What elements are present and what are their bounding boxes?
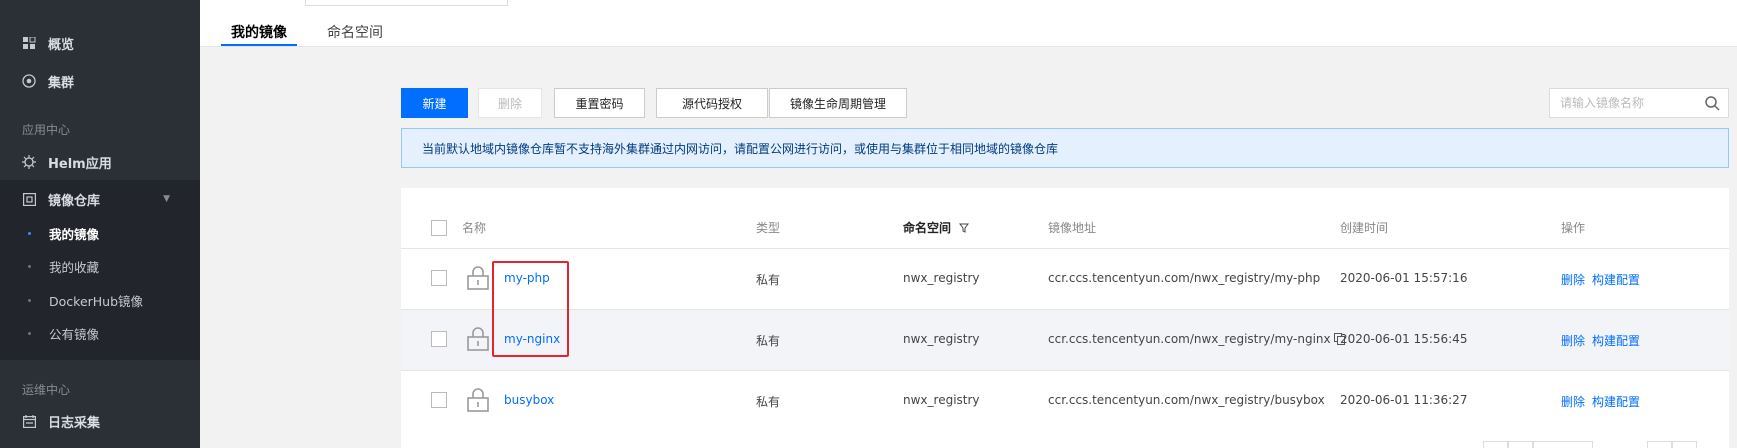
sidebar-item-label: 日志采集 (48, 415, 101, 431)
source-auth-button[interactable]: 源代码授权 (656, 88, 768, 118)
registry-icon (22, 192, 36, 206)
search-box (1549, 88, 1729, 118)
bullet-icon (28, 231, 31, 235)
lock-icon (467, 327, 489, 354)
sidebar-item-label: 集群 (48, 75, 75, 91)
tab-namespace[interactable]: 命名空间 (327, 22, 383, 42)
image-type: 私有 (756, 273, 781, 287)
sidebar: 概览 集群 应用中心 Helm应用 镜像仓库 ▼ 我的镜像 我的收藏 Docke… (0, 0, 200, 448)
sidebar-item-cluster[interactable]: 集群 (0, 64, 200, 98)
reset-password-button[interactable]: 重置密码 (554, 88, 645, 118)
pager-fragment (1672, 441, 1697, 448)
bullet-icon (28, 298, 31, 302)
active-tab-indicator (221, 44, 297, 46)
header-actions: 操作 (1561, 221, 1586, 235)
sidebar-item-public-images[interactable]: 公有镜像 (0, 318, 200, 348)
sidebar-item-dockerhub[interactable]: DockerHub镜像 (0, 285, 200, 315)
pager-fragment (1533, 441, 1593, 448)
build-config-link[interactable]: 构建配置 (1592, 271, 1640, 288)
bullet-icon (28, 331, 31, 335)
image-address-text: ccr.ccs.tencentyun.com/nwx_registry/my-n… (1048, 332, 1331, 346)
tab-bar: 我的镜像 命名空间 (200, 0, 1737, 47)
notice-text: 当前默认地域内镜像仓库暂不支持海外集群通过内网访问，请配置公网进行访问，或使用与… (422, 141, 1059, 156)
build-config-link[interactable]: 构建配置 (1592, 332, 1640, 349)
image-created: 2020-06-01 15:57:16 (1340, 271, 1468, 285)
filter-icon[interactable] (955, 221, 970, 235)
image-namespace: nwx_registry (903, 271, 980, 285)
image-type: 私有 (756, 395, 781, 409)
grid-icon (22, 36, 36, 50)
sidebar-item-log[interactable]: 日志采集 (0, 404, 200, 438)
table-row[interactable]: my-php 私有 nwx_registry ccr.ccs.tencentyu… (401, 248, 1729, 309)
calendar-icon (22, 414, 36, 428)
header-created: 创建时间 (1340, 221, 1389, 235)
header-address: 镜像地址 (1048, 221, 1097, 235)
header-name: 名称 (462, 221, 487, 235)
image-table: 名称 类型 命名空间 镜像地址 创建时间 操作 my-php 私有 nwx_re… (401, 188, 1729, 448)
delete-link[interactable]: 删除 (1561, 271, 1585, 288)
delete-link[interactable]: 删除 (1561, 332, 1585, 349)
sidebar-group-app-center: 应用中心 (22, 123, 71, 137)
tab-my-images[interactable]: 我的镜像 (231, 22, 287, 42)
header-namespace-label: 命名空间 (903, 221, 952, 235)
sidebar-item-my-images[interactable]: 我的镜像 (0, 218, 200, 248)
bullet-icon (28, 264, 31, 268)
pager-fragment (1508, 441, 1533, 448)
header-namespace[interactable]: 命名空间 (903, 219, 970, 236)
image-type: 私有 (756, 334, 781, 348)
lock-icon (467, 388, 489, 415)
delete-link[interactable]: 删除 (1561, 393, 1585, 410)
sidebar-item-overview[interactable]: 概览 (0, 26, 200, 60)
sidebar-item-helm[interactable]: Helm应用 (0, 145, 200, 179)
top-input-fragment (305, 0, 508, 6)
select-all-checkbox[interactable] (431, 220, 447, 236)
image-address: ccr.ccs.tencentyun.com/nwx_registry/my-p… (1048, 271, 1321, 285)
image-created: 2020-06-01 15:56:45 (1340, 332, 1468, 346)
search-icon[interactable] (1705, 96, 1720, 114)
lifecycle-button[interactable]: 镜像生命周期管理 (769, 88, 907, 118)
sidebar-item-label: DockerHub镜像 (49, 293, 144, 309)
pager-fragment (1647, 441, 1672, 448)
sidebar-item-label: 我的镜像 (49, 226, 100, 242)
chevron-down-icon: ▼ (163, 194, 170, 204)
delete-button[interactable]: 删除 (478, 88, 542, 118)
helm-icon (22, 155, 36, 169)
image-namespace: nwx_registry (903, 393, 980, 407)
sidebar-item-label: 公有镜像 (49, 326, 100, 342)
row-checkbox[interactable] (431, 392, 447, 408)
image-name-link[interactable]: busybox (504, 393, 554, 407)
image-address: ccr.ccs.tencentyun.com/nwx_registry/busy… (1048, 393, 1325, 407)
highlight-box (492, 261, 569, 357)
search-input[interactable] (1560, 96, 1700, 110)
pager-fragment (1483, 441, 1508, 448)
lock-icon (467, 266, 489, 293)
sidebar-item-label: 镜像仓库 (48, 193, 101, 209)
sidebar-item-label: 我的收藏 (49, 259, 100, 275)
notice-banner: 当前默认地域内镜像仓库暂不支持海外集群通过内网访问，请配置公网进行访问，或使用与… (401, 128, 1729, 168)
cluster-icon (22, 74, 36, 88)
sidebar-item-registry[interactable]: 镜像仓库 ▼ (0, 182, 200, 216)
sidebar-item-label: 概览 (48, 37, 75, 53)
image-address: ccr.ccs.tencentyun.com/nwx_registry/my-n… (1048, 332, 1346, 346)
image-namespace: nwx_registry (903, 332, 980, 346)
sidebar-item-my-favorites[interactable]: 我的收藏 (0, 251, 200, 281)
sidebar-item-label: Helm应用 (48, 156, 112, 172)
sidebar-group-ops-center: 运维中心 (22, 383, 71, 397)
table-row[interactable]: my-nginx 私有 nwx_registry ccr.ccs.tencent… (401, 309, 1729, 370)
build-config-link[interactable]: 构建配置 (1592, 393, 1640, 410)
header-type: 类型 (756, 221, 781, 235)
row-checkbox[interactable] (431, 270, 447, 286)
new-button[interactable]: 新建 (401, 88, 468, 118)
image-created: 2020-06-01 11:36:27 (1340, 393, 1468, 407)
table-row[interactable]: busybox 私有 nwx_registry ccr.ccs.tencenty… (401, 370, 1729, 431)
row-checkbox[interactable] (431, 331, 447, 347)
